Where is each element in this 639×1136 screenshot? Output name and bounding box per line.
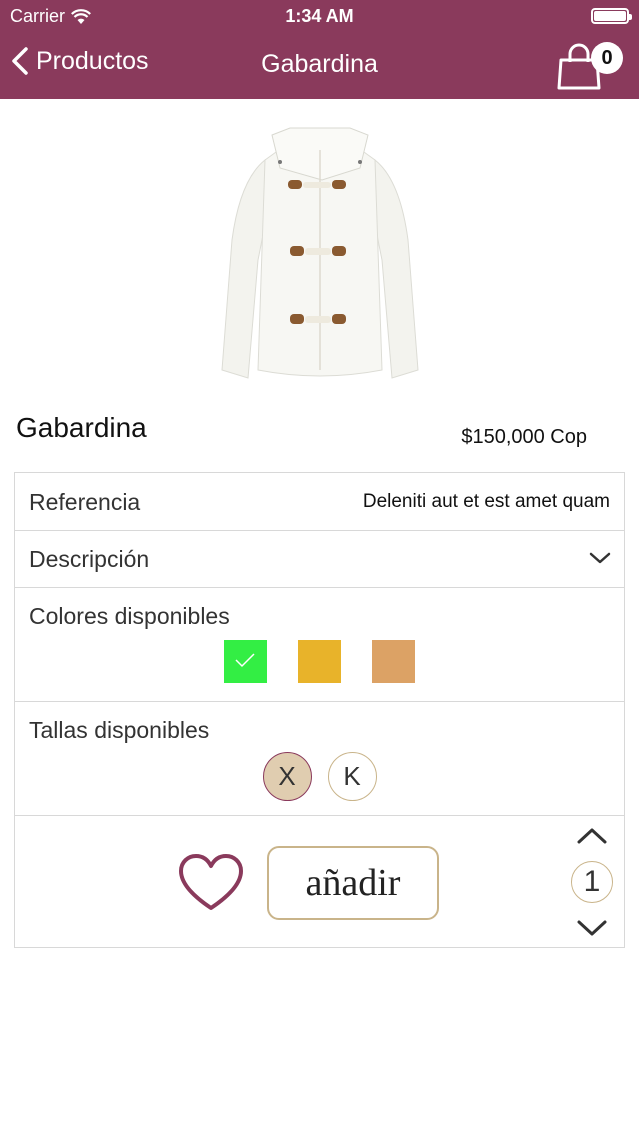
product-name: Gabardina [16,412,147,443]
check-icon [235,653,255,668]
reference-label: Referencia [29,489,141,515]
chevron-up-icon[interactable] [575,824,609,848]
reference-row: Referencia Deleniti aut et est amet quam [15,473,624,531]
color-swatch[interactable] [298,640,341,683]
color-swatch[interactable] [224,640,267,683]
sizes-label: Tallas disponibles [29,717,210,743]
app-header: Carrier 1:34 AM Productos Gabardina 0 [0,0,639,99]
colors-label: Colores disponibles [29,603,230,629]
reference-value: Deleniti aut et est amet quam [362,491,610,512]
status-bar: Carrier 1:34 AM [0,0,639,32]
colors-row: Colores disponibles [15,588,624,702]
heart-icon[interactable] [177,852,245,914]
quantity-value: 1 [571,861,613,903]
color-swatch[interactable] [372,640,415,683]
description-row[interactable]: Descripción [15,531,624,588]
cart-count-badge: 0 [591,42,623,74]
chevron-down-icon[interactable] [575,916,609,940]
description-label: Descripción [29,546,150,572]
sizes-row: Tallas disponibles XK [15,702,624,816]
product-details: Referencia Deleniti aut et est amet quam… [14,472,625,948]
color-swatches [15,640,624,683]
battery-icon [591,8,632,24]
size-options: XK [15,752,624,801]
back-button[interactable]: Productos [10,46,149,76]
actions-row: añadir 1 [15,816,624,948]
white-jacket-image [221,127,419,379]
chevron-down-icon [589,552,611,564]
add-to-cart-button[interactable]: añadir [267,846,439,920]
size-option[interactable]: K [327,752,377,801]
back-label: Productos [36,46,149,75]
cart-button[interactable]: 0 [555,40,627,92]
size-option[interactable]: X [262,752,312,801]
status-time: 1:34 AM [285,6,354,26]
product-price: $150,000 Cop [461,426,587,448]
chevron-left-icon [12,47,28,75]
